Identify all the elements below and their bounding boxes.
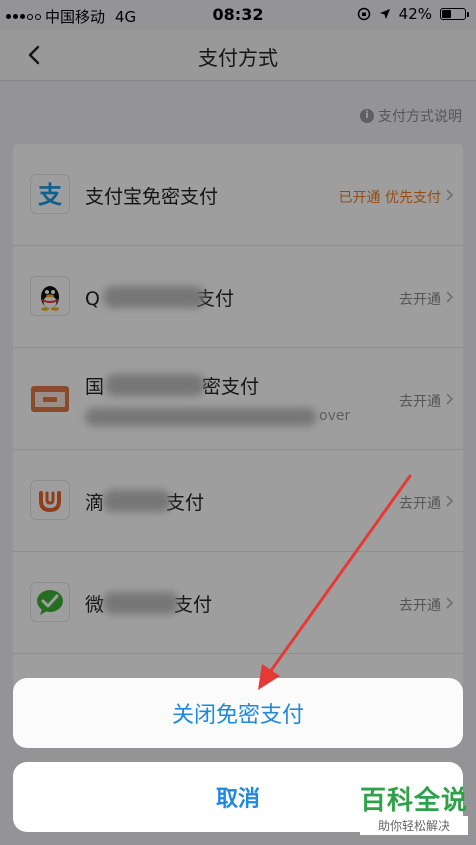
- payment-methods-screen: 中国移动 4G 08:32 42% 支付方式 i 支付方式说明 支 支付宝免密支…: [0, 0, 476, 845]
- watermark-subtitle: 助你轻松解决: [359, 816, 468, 835]
- watermark-title: 百科全说: [359, 786, 468, 816]
- close-password-free-button[interactable]: 关闭免密支付: [13, 678, 463, 748]
- watermark-logo: 百科全说 助你轻松解决: [359, 786, 468, 835]
